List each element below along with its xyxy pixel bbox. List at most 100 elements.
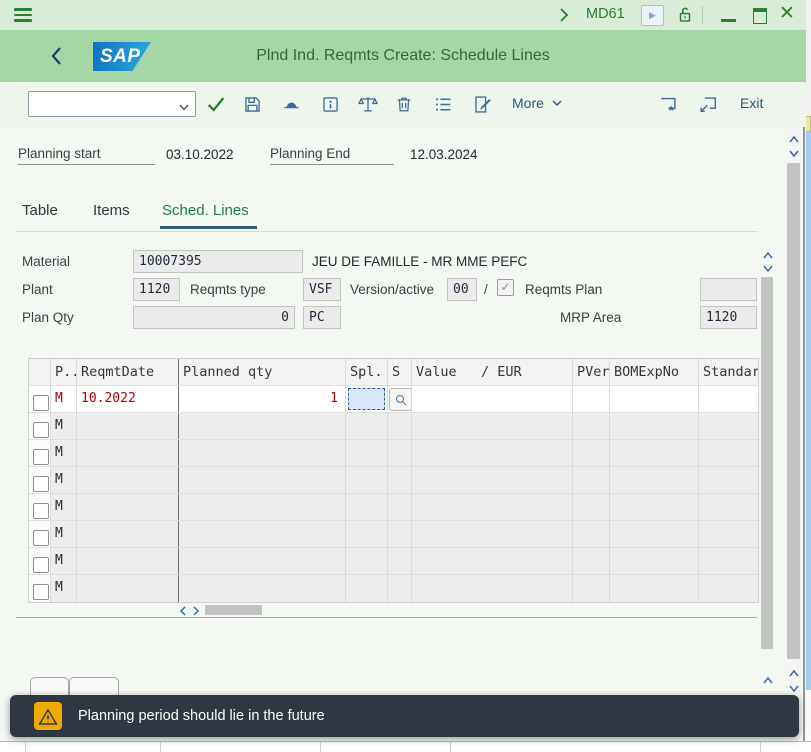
header-planned-qty[interactable]: Planned qty (179, 359, 346, 385)
row-checkbox[interactable] (33, 557, 49, 573)
main-scroll-down-icon[interactable] (788, 146, 800, 164)
table-row: M (29, 494, 758, 521)
background-gridline (760, 742, 761, 752)
header-standardv[interactable]: StandardV (699, 359, 758, 385)
cell-planned-qty[interactable]: 1 (179, 386, 346, 412)
planning-end-value: 12.03.2024 (410, 147, 478, 162)
mrp-area-label: MRP Area (560, 310, 621, 325)
exit-button[interactable]: Exit (740, 95, 763, 111)
tab-sched-lines[interactable]: Sched. Lines (162, 202, 249, 219)
sap-gui-window: MD61 ▶ ✕ SAP Plnd Ind. Reqmts Create: Sc… (0, 0, 806, 741)
reqmts-type-label: Reqmts type (190, 282, 266, 297)
panel-scroll-up-bottom-icon[interactable] (762, 673, 774, 691)
command-input[interactable] (33, 94, 175, 116)
header-spl[interactable]: Spl. (346, 359, 388, 385)
row-checkbox[interactable] (33, 395, 49, 411)
cell-p[interactable]: M (51, 521, 77, 547)
application-toolbar: More Exit (0, 82, 806, 128)
open-new-window-button[interactable] (696, 92, 720, 116)
save-button[interactable] (240, 92, 264, 116)
material-description: JEU DE FAMILLE - MR MME PEFC (312, 254, 527, 269)
active-tab-underline (160, 226, 257, 229)
header-s[interactable]: S (388, 359, 412, 385)
cell-p[interactable]: M (51, 467, 77, 493)
schedule-lines-table: P... ReqmtDate Planned qty Spl. S Value … (28, 358, 759, 603)
cell-p[interactable]: M (51, 494, 77, 520)
print-button[interactable] (279, 92, 303, 116)
maximize-button[interactable] (753, 8, 767, 24)
value-help-button[interactable] (389, 388, 412, 411)
close-button[interactable]: ✕ (779, 5, 795, 23)
titlebar-divider (702, 6, 703, 24)
tab-table[interactable]: Table (22, 202, 58, 219)
delete-button[interactable] (392, 92, 416, 116)
row-checkbox[interactable] (33, 503, 49, 519)
cell-spl[interactable] (346, 386, 388, 412)
material-label: Material (22, 254, 70, 269)
cell-p[interactable]: M (51, 548, 77, 574)
menu-icon[interactable] (14, 8, 32, 22)
focused-cell[interactable] (348, 388, 385, 410)
warning-icon (34, 702, 62, 730)
panel-scrollbar-thumb[interactable] (761, 277, 773, 649)
version-active-checkbox[interactable]: ✓ (497, 279, 514, 296)
message-toast[interactable]: Planning period should lie in the future (10, 695, 799, 737)
row-checkbox[interactable] (33, 449, 49, 465)
hscroll-thumb[interactable] (205, 605, 262, 615)
background-gridline (25, 742, 26, 752)
shell-chevron-icon[interactable] (556, 6, 572, 29)
minimize-button[interactable] (721, 19, 736, 22)
row-checkbox[interactable] (33, 584, 49, 600)
cell-s (388, 386, 412, 412)
scales-button[interactable] (356, 92, 380, 116)
row-checkbox[interactable] (33, 422, 49, 438)
main-scrollbar-thumb[interactable] (787, 163, 800, 659)
unlock-icon[interactable] (676, 4, 694, 31)
row-checkbox[interactable] (33, 476, 49, 492)
info-button[interactable] (318, 92, 342, 116)
background-window-fragment-bottom (0, 741, 811, 752)
mrp-area-field[interactable]: 1120 (700, 306, 757, 329)
plan-qty-field[interactable]: 0 (133, 306, 295, 329)
table-row: M (29, 575, 758, 602)
new-session-star-button[interactable] (656, 92, 680, 116)
header-value-eur[interactable]: Value / EUR (412, 359, 573, 385)
row-checkbox[interactable] (33, 530, 49, 546)
background-gridline (320, 742, 321, 752)
planning-end-label: Planning End (270, 146, 394, 165)
more-menu[interactable]: More (512, 95, 563, 113)
tabstrip-separator (16, 231, 757, 232)
cell-p[interactable]: M (51, 575, 77, 602)
hscroll-right-icon[interactable] (191, 604, 201, 622)
material-field[interactable]: 10007395 (133, 250, 303, 273)
reqmts-type-field[interactable]: VSF (303, 278, 341, 301)
reqmts-plan-field[interactable] (700, 278, 757, 301)
header-reqmtdate[interactable]: ReqmtDate (77, 359, 179, 385)
gui-scripting-icon[interactable]: ▶ (641, 5, 664, 26)
version-field[interactable]: 00 (447, 278, 477, 301)
reqmts-plan-label: Reqmts Plan (525, 282, 602, 297)
cell-p[interactable]: M (51, 440, 77, 466)
plant-field[interactable]: 1120 (133, 278, 180, 301)
page-title: Plnd Ind. Reqmts Create: Schedule Lines (0, 47, 806, 65)
panel-bottom-rule (16, 617, 757, 618)
cell-p[interactable]: M (51, 386, 77, 412)
plan-qty-unit-field[interactable]: PC (303, 306, 341, 329)
combobox-chevron-icon[interactable] (178, 99, 190, 117)
transaction-code: MD61 (586, 6, 625, 22)
hscroll-left-icon[interactable] (178, 604, 188, 622)
hidden-bottom-button[interactable] (30, 677, 69, 696)
edit-button[interactable] (470, 92, 494, 116)
list-button[interactable] (431, 92, 455, 116)
tab-items[interactable]: Items (93, 202, 130, 219)
planning-start-value: 03.10.2022 (166, 147, 234, 162)
header-pver[interactable]: PVer (573, 359, 610, 385)
header-p[interactable]: P... (51, 359, 77, 385)
planning-start-label: Planning start (18, 146, 155, 165)
hidden-bottom-button[interactable] (69, 677, 119, 696)
cell-reqmtdate[interactable]: 10.2022 (77, 386, 179, 412)
enter-check-button[interactable] (204, 92, 228, 116)
cell-p[interactable]: M (51, 413, 77, 439)
command-field[interactable] (28, 91, 196, 117)
header-bomexpno[interactable]: BOMExpNo (610, 359, 699, 385)
